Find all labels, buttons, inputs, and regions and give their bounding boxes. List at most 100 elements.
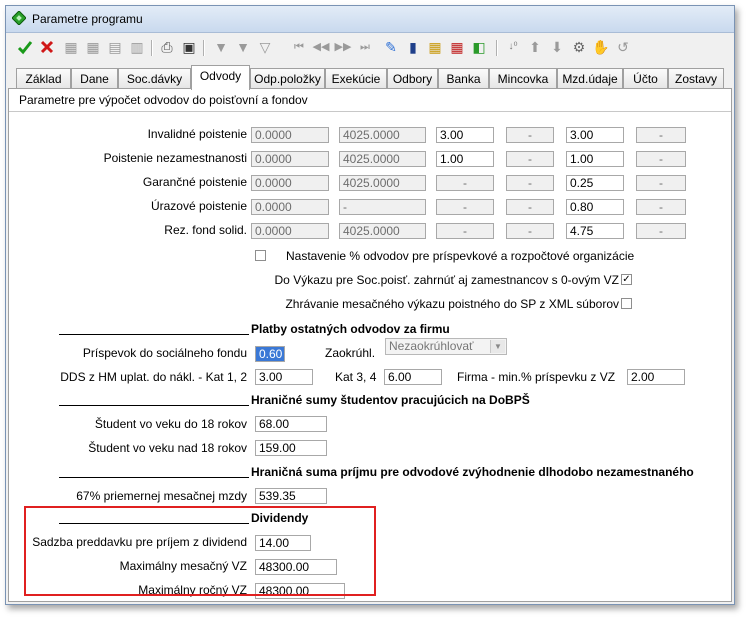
previous-record-icon[interactable]: ◀◀ (312, 38, 330, 56)
title-bar: Parametre programu (6, 6, 734, 33)
xml-checkbox[interactable] (621, 298, 632, 309)
dlhodobo-title: Hraničná suma príjmu pre odvodové zvýhod… (251, 465, 694, 479)
field-invalidne-f: - (636, 127, 686, 143)
field-invalidne-d: - (506, 127, 554, 143)
row-label-rez-fond: Rez. fond solid. (164, 223, 247, 237)
first-record-icon[interactable]: ⏮ (290, 38, 308, 56)
tab-odbory[interactable]: Odbory (387, 68, 438, 88)
filter-icon[interactable]: ▼ (212, 38, 230, 56)
nad18-field[interactable]: 159.00 (255, 440, 327, 456)
preview-icon[interactable]: ▣ (180, 38, 198, 56)
cancel-icon[interactable] (38, 38, 56, 56)
field-rez-fond-c: - (436, 223, 494, 239)
tab-zaklad[interactable]: Základ (16, 68, 71, 88)
vykaz-checkbox[interactable]: ✓ (621, 274, 632, 285)
field-invalidne-e[interactable]: 3.00 (566, 127, 624, 143)
confirm-icon[interactable] (16, 38, 34, 56)
field-rez-fond-b: 4025.0000 (339, 223, 426, 239)
section-header: Parametre pre výpočet odvodov do poisťov… (9, 89, 731, 112)
copy-icon[interactable]: ◧ (470, 38, 488, 56)
field-urazove-a: 0.0000 (251, 199, 329, 215)
row-label-invalidne: Invalidné poistenie (147, 127, 247, 141)
filter-clear-icon[interactable]: ▼ (234, 38, 252, 56)
kat34-label: Kat 3, 4 (335, 370, 377, 384)
field-rez-fond-d: - (506, 223, 554, 239)
field-garancne-c: - (436, 175, 494, 191)
firma-field[interactable]: 2.00 (627, 369, 685, 385)
soc-fond-field[interactable]: 0.60 (255, 346, 285, 362)
tab-mincovka[interactable]: Mincovka (489, 68, 557, 88)
field-nezamestnanost-c[interactable]: 1.00 (436, 151, 494, 167)
studenti-divider (59, 405, 249, 406)
grid-edit-icon[interactable]: ▤ (106, 38, 124, 56)
trash-icon[interactable]: ▥ (128, 38, 146, 56)
arrow-down-icon[interactable]: ⬇ (548, 38, 566, 56)
arrow-up-icon[interactable]: ⬆ (526, 38, 544, 56)
field-rez-fond-e[interactable]: 4.75 (566, 223, 624, 239)
field-invalidne-c[interactable]: 3.00 (436, 127, 494, 143)
field-nezamestnanost-d: - (506, 151, 554, 167)
books-icon[interactable]: ▮ (404, 38, 422, 56)
field-rez-fond-f: - (636, 223, 686, 239)
dlhodobo-field[interactable]: 539.35 (255, 488, 327, 504)
tab-mzd-udaje[interactable]: Mzd.údaje (557, 68, 623, 88)
dlhodobo-divider (59, 477, 249, 478)
settings-icon[interactable]: ⚙ (570, 38, 588, 56)
do18-field[interactable]: 68.00 (255, 416, 327, 432)
field-urazove-e[interactable]: 0.80 (566, 199, 624, 215)
tab-odp-polozky[interactable]: Odp.položky (250, 68, 325, 88)
filter-off-icon[interactable]: ▽ (256, 38, 274, 56)
platby-title: Platby ostatných odvodov za firmu (251, 322, 450, 336)
platby-divider (59, 334, 249, 335)
print-icon[interactable]: ⎙ (158, 38, 176, 56)
kat34-field[interactable]: 6.00 (384, 369, 442, 385)
tab-banka[interactable]: Banka (438, 68, 489, 88)
refresh-icon[interactable]: ↺ (614, 38, 632, 56)
field-rez-fond-a: 0.0000 (251, 223, 329, 239)
nad18-label: Študent vo veku nad 18 rokov (88, 441, 247, 455)
pin-icon[interactable]: ✋ (592, 38, 610, 56)
field-urazove-d: - (506, 199, 554, 215)
tab-soc-davky[interactable]: Soc.dávky (118, 68, 191, 88)
field-nezamestnanost-e[interactable]: 1.00 (566, 151, 624, 167)
tab-odvody[interactable]: Odvody (191, 65, 250, 90)
firma-label: Firma - min.% príspevku z VZ (457, 370, 616, 384)
field-urazove-f: - (636, 199, 686, 215)
zaokr-label: Zaokrúhl. (325, 346, 376, 360)
xml-checkbox-label: Zhrávanie mesačného výkazu poistného do … (285, 297, 619, 311)
dlhodobo-label: 67% priemernej mesačnej mzdy (76, 489, 247, 503)
tab-ucto[interactable]: Účto (623, 68, 668, 88)
row-label-urazove: Úrazové poistenie (150, 199, 247, 213)
field-garancne-b: 4025.0000 (339, 175, 426, 191)
tab-dane[interactable]: Dane (71, 68, 118, 88)
sort-icon[interactable]: ↓⁰ (504, 38, 522, 56)
org-checkbox[interactable] (255, 250, 266, 261)
vykaz-checkbox-label: Do Výkazu pre Soc.poisť. zahrnúť aj zame… (274, 273, 619, 287)
next-record-icon[interactable]: ▶▶ (334, 38, 352, 56)
field-urazove-b: - (339, 199, 426, 215)
dds-label: DDS z HM uplat. do nákl. - Kat 1, 2 (60, 370, 247, 384)
grid-icon[interactable]: ▦ (62, 38, 80, 56)
grid-export-icon[interactable]: ▦ (448, 38, 466, 56)
tools-icon[interactable]: ✎ (382, 38, 400, 56)
field-garancne-d: - (506, 175, 554, 191)
last-record-icon[interactable]: ⏭ (356, 38, 374, 56)
dds-field[interactable]: 3.00 (255, 369, 313, 385)
tab-bar: Základ Dane Soc.dávky Odvody Odp.položky… (6, 65, 734, 90)
row-label-garancne: Garančné poistenie (142, 175, 247, 189)
window-title: Parametre programu (32, 12, 143, 26)
soc-fond-label: Príspevok do sociálneho fondu (82, 346, 247, 360)
field-invalidne-b: 4025.0000 (339, 127, 426, 143)
zaokr-select[interactable]: Nezaokrúhlovať ▼ (385, 338, 507, 355)
toolbar: ▦ ▦ ▤ ▥ ⎙ ▣ ▼ ▼ ▽ ⏮ ◀◀ ▶▶ ⏭ ✎ ▮ ▦ ▦ ◧ ↓⁰… (6, 33, 734, 63)
row-label-nezamestnanost: Poistenie nezamestnanosti (103, 151, 247, 165)
calculator-icon[interactable]: ▦ (426, 38, 444, 56)
section-title: Parametre pre výpočet odvodov do poisťov… (19, 93, 308, 107)
zaokr-select-value: Nezaokrúhlovať (389, 339, 474, 353)
field-garancne-e[interactable]: 0.25 (566, 175, 624, 191)
chevron-down-icon: ▼ (490, 340, 505, 353)
tab-zostavy[interactable]: Zostavy (668, 68, 724, 88)
tab-exekucie[interactable]: Exekúcie (325, 68, 387, 88)
field-nezamestnanost-f: - (636, 151, 686, 167)
grid-add-icon[interactable]: ▦ (84, 38, 102, 56)
